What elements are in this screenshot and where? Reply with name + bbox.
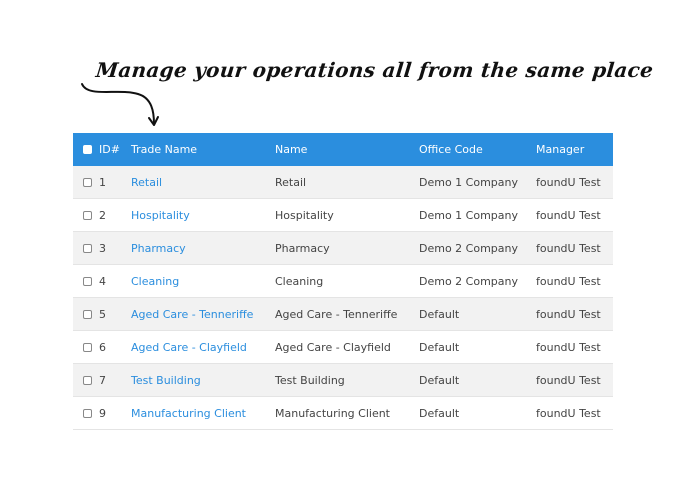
- column-header-trade-name[interactable]: Trade Name: [131, 143, 275, 156]
- cell-office-code: Default: [419, 307, 460, 321]
- cell-name: Aged Care - Tenneriffe: [275, 307, 398, 321]
- trade-name-link[interactable]: Aged Care - Tenneriffe: [131, 308, 253, 321]
- trades-table: ID# Trade Name Name Office Code Manager …: [73, 133, 613, 430]
- trade-name-link[interactable]: Cleaning: [131, 275, 179, 288]
- row-checkbox[interactable]: [82, 243, 92, 253]
- trade-name-link[interactable]: Aged Care - Clayfield: [131, 341, 247, 354]
- cell-name: Cleaning: [275, 274, 324, 288]
- cell-manager: foundU Test: [536, 340, 601, 354]
- cell-manager: foundU Test: [536, 274, 601, 288]
- row-checkbox[interactable]: [82, 408, 92, 418]
- cell-office-code: Default: [419, 406, 460, 420]
- cell-office-code: Default: [419, 340, 460, 354]
- cell-manager: foundU Test: [536, 241, 601, 255]
- cell-id: 1: [99, 175, 106, 189]
- headline: Manage your operations all from the same…: [94, 58, 655, 82]
- column-header-name[interactable]: Name: [275, 143, 419, 156]
- cell-manager: foundU Test: [536, 208, 601, 222]
- row-checkbox[interactable]: [82, 375, 92, 385]
- cell-office-code: Demo 1 Company: [419, 208, 519, 222]
- row-checkbox[interactable]: [82, 342, 92, 352]
- cell-name: Aged Care - Clayfield: [275, 340, 391, 354]
- cell-id: 2: [99, 208, 106, 222]
- table-row: 6 Aged Care - Clayfield Aged Care - Clayfi…: [73, 331, 613, 364]
- trade-name-link[interactable]: Retail: [131, 176, 162, 189]
- table-row: 3 Pharmacy Pharmacy Demo 2 Company foundU Te…: [73, 232, 613, 265]
- column-header-manager[interactable]: Manager: [536, 143, 613, 156]
- cell-office-code: Demo 2 Company: [419, 241, 519, 255]
- curved-arrow-icon: [81, 83, 159, 126]
- table-body: 1 Retail Retail Demo 1 Company foundU Test 2 H…: [73, 166, 613, 430]
- table-row: 4 Cleaning Cleaning Demo 2 Company foundU Te…: [73, 265, 613, 298]
- table-header: ID# Trade Name Name Office Code Manager: [73, 133, 613, 166]
- row-checkbox[interactable]: [82, 177, 92, 187]
- trade-name-link[interactable]: Hospitality: [131, 209, 190, 222]
- table-row: 2 Hospitality Hospitality Demo 1 Company fou…: [73, 199, 613, 232]
- cell-office-code: Default: [419, 373, 460, 387]
- cell-name: Manufacturing Client: [275, 406, 390, 420]
- trade-name-link[interactable]: Test Building: [131, 374, 201, 387]
- cell-manager: foundU Test: [536, 406, 601, 420]
- cell-office-code: Demo 1 Company: [419, 175, 519, 189]
- cell-id: 9: [99, 406, 106, 420]
- cell-manager: foundU Test: [536, 307, 601, 321]
- column-header-id[interactable]: ID#: [99, 143, 131, 156]
- table-row: 9 Manufacturing Client Manufacturing Clien…: [73, 397, 613, 430]
- cell-id: 7: [99, 373, 106, 387]
- table-row: 5 Aged Care - Tenneriffe Aged Care - Tenne…: [73, 298, 613, 331]
- cell-manager: foundU Test: [536, 373, 601, 387]
- cell-manager: foundU Test: [536, 175, 601, 189]
- column-header-office-code[interactable]: Office Code: [419, 143, 536, 156]
- cell-name: Hospitality: [275, 208, 334, 222]
- cell-id: 4: [99, 274, 106, 288]
- cell-id: 6: [99, 340, 106, 354]
- trade-name-link[interactable]: Manufacturing Client: [131, 407, 246, 420]
- cell-name: Pharmacy: [275, 241, 330, 255]
- table-row: 1 Retail Retail Demo 1 Company foundU Test: [73, 166, 613, 199]
- cell-name: Test Building: [275, 373, 345, 387]
- table-row: 7 Test Building Test Building Default foundU…: [73, 364, 613, 397]
- cell-office-code: Demo 2 Company: [419, 274, 519, 288]
- row-checkbox[interactable]: [82, 309, 92, 319]
- trade-name-link[interactable]: Pharmacy: [131, 242, 186, 255]
- cell-id: 3: [99, 241, 106, 255]
- row-checkbox[interactable]: [82, 210, 92, 220]
- cell-name: Retail: [275, 175, 307, 189]
- row-checkbox[interactable]: [82, 276, 92, 286]
- cell-id: 5: [99, 307, 106, 321]
- select-all-checkbox[interactable]: [82, 145, 92, 154]
